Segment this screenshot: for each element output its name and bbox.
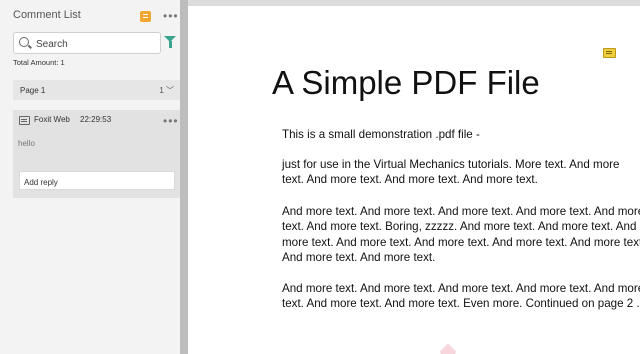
more-horizontal-icon[interactable]: •••: [163, 10, 179, 22]
paragraph-2: And more text. And more text. And more t…: [282, 204, 640, 266]
paragraph-3: And more text. And more text. And more t…: [282, 281, 640, 312]
search-input[interactable]: [34, 35, 158, 53]
text-line: more text. And more text. And more text.…: [282, 235, 640, 249]
note-annotation-icon[interactable]: [603, 48, 616, 58]
panel-title: Comment List: [13, 9, 81, 21]
text-line: This is a small demonstration .pdf file …: [282, 128, 480, 141]
search-icon: [19, 37, 29, 47]
comment-panel: Comment List ••• Total Amount: 1 Page 1 …: [0, 0, 180, 354]
comment-author: Foxit Web: [34, 115, 70, 124]
text-line: And more text. And more text.: [282, 251, 436, 265]
text-line: text. And more text. And more text. Even…: [282, 297, 640, 311]
comment-time: 22:29:53: [80, 115, 112, 124]
document-title: A Simple PDF File: [272, 64, 540, 101]
page-gap: [188, 0, 640, 6]
page-group-header[interactable]: Page 1 1 ﹀: [13, 80, 180, 100]
note-icon: [19, 116, 30, 125]
search-field[interactable]: [13, 32, 161, 54]
comment-card[interactable]: Foxit Web 22:29:53 ••• hello: [13, 110, 180, 198]
text-line: And more text. And more text. And more t…: [282, 282, 640, 295]
paragraph-1: just for use in the Virtual Mechanics tu…: [282, 157, 619, 188]
text-line: text. And more text. And more text. And …: [282, 173, 538, 187]
total-amount: Total Amount: 1: [13, 58, 65, 67]
reply-field[interactable]: [19, 171, 176, 190]
paragraph-0: This is a small demonstration .pdf file …: [282, 127, 480, 142]
page-group-count: 1 ﹀: [159, 86, 174, 95]
annotation-marker-icon[interactable]: [439, 343, 457, 354]
comment-more-icon[interactable]: •••: [163, 115, 179, 127]
text-line: just for use in the Virtual Mechanics tu…: [282, 158, 620, 171]
page-group-label: Page 1: [20, 86, 46, 95]
text-line: text. And more text. Boring, zzzzz. And …: [282, 220, 637, 234]
comment-add-icon[interactable]: [140, 11, 151, 22]
comment-text: hello: [18, 139, 35, 148]
chevron-down-icon: ﹀: [163, 86, 174, 95]
panel-resize-handle[interactable]: [180, 0, 188, 354]
document-viewport: A Simple PDF File This is a small demons…: [188, 0, 640, 354]
filter-icon[interactable]: [164, 36, 176, 48]
reply-input[interactable]: [20, 175, 176, 190]
text-line: And more text. And more text. And more t…: [282, 205, 640, 218]
